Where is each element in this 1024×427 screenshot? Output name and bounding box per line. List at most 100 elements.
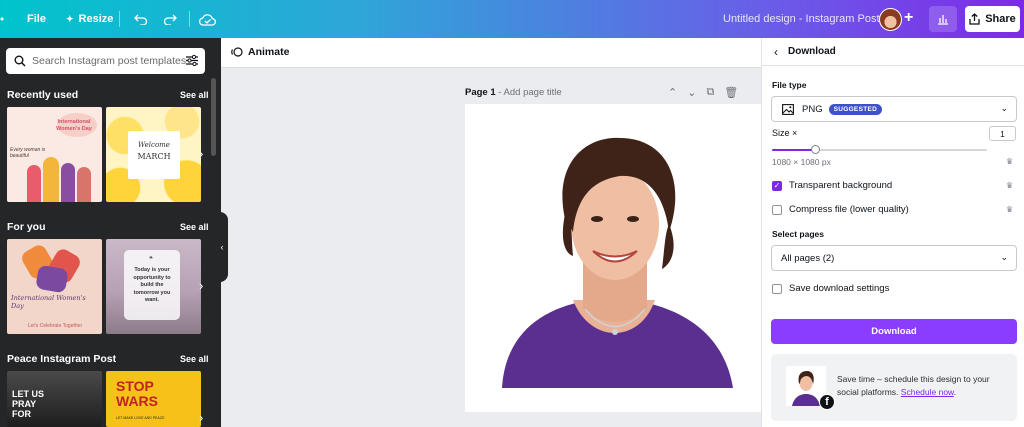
template-thumbnail[interactable]: LET US PRAY FOR	[7, 371, 102, 427]
figure-shape	[77, 167, 91, 202]
search-input[interactable]: Search Instagram post templates	[6, 48, 205, 74]
share-button[interactable]: Share	[965, 6, 1020, 32]
select-pages-label: Select pages	[772, 229, 824, 239]
save-settings-option[interactable]: Save download settings	[772, 283, 889, 294]
template-thumbnail[interactable]: International Women's Day Every woman is…	[7, 107, 102, 202]
see-all-link[interactable]: See all	[180, 222, 209, 232]
dimensions-text: 1080 × 1080 px	[772, 157, 831, 167]
section-title-for-you: For you	[7, 221, 46, 233]
panel-title: Download	[788, 46, 836, 57]
template-thumbnail[interactable]: ❝ Today is your opportunity to build the…	[106, 239, 201, 334]
facebook-icon: f	[819, 394, 835, 410]
hand-shape	[35, 264, 69, 294]
template-quote: Today is your opportunity to build the t…	[133, 267, 171, 303]
see-all-link[interactable]: See all	[180, 354, 209, 364]
figure-shape	[61, 163, 75, 202]
see-all-link[interactable]: See all	[180, 90, 209, 100]
transparent-background-option[interactable]: ✓ Transparent background	[772, 180, 892, 191]
page-actions: ⌃ ⌄ ⧉ 🗑	[668, 86, 738, 99]
file-type-select[interactable]: PNG SUGGESTED ⌄	[771, 96, 1017, 122]
duplicate-page-icon[interactable]: ⧉	[706, 86, 714, 99]
design-title[interactable]: Untitled design - Instagram Post	[723, 0, 880, 38]
file-type-value: PNG	[802, 103, 823, 115]
template-title: Welcome	[138, 141, 170, 149]
portrait-photo[interactable]	[465, 104, 761, 412]
search-icon	[14, 55, 26, 67]
top-bar: File ✦ Resize Untitled design - Instagra…	[0, 0, 1024, 38]
chevron-down-icon: ⌄	[1000, 103, 1008, 113]
animate-button[interactable]: Animate	[231, 46, 289, 58]
transparent-label: Transparent background	[789, 180, 893, 191]
template-title: STOP WARS	[116, 378, 158, 409]
save-settings-label: Save download settings	[789, 283, 890, 294]
chevron-down-icon[interactable]: ⌄	[687, 86, 696, 99]
template-subtitle: LET MAKE LOVE AND PEACE	[116, 416, 165, 420]
page-label: Page 1	[465, 87, 496, 98]
redo-icon[interactable]	[163, 0, 177, 38]
design-page[interactable]	[465, 104, 761, 412]
chevron-right-icon[interactable]: ›	[199, 278, 203, 293]
menu-icon[interactable]	[0, 0, 4, 38]
pages-value: All pages (2)	[781, 252, 835, 264]
section-title-recently-used: Recently used	[7, 89, 79, 101]
editor-toolbar: Animate	[221, 38, 761, 68]
back-arrow-icon[interactable]: ‹	[774, 45, 778, 59]
download-panel: ‹ Download File type PNG SUGGESTED ⌄ Siz…	[761, 38, 1024, 427]
figure-shape	[43, 157, 59, 202]
schedule-now-link[interactable]: Schedule now	[901, 387, 954, 397]
figure-shape	[27, 165, 41, 202]
template-title: LET US PRAY FOR	[12, 389, 45, 419]
collapse-panel-button[interactable]: ‹	[216, 212, 228, 282]
bar-chart-icon	[938, 15, 948, 25]
slider-handle[interactable]	[811, 145, 820, 154]
page-title-input[interactable]: - Add page title	[498, 87, 561, 98]
compress-option[interactable]: Compress file (lower quality)	[772, 204, 909, 215]
slider-fill	[772, 149, 815, 151]
divider	[119, 11, 120, 27]
undo-icon[interactable]	[134, 0, 148, 38]
size-slider[interactable]	[772, 145, 987, 154]
pages-select[interactable]: All pages (2) ⌄	[771, 245, 1017, 271]
size-label: Size ×	[772, 128, 798, 138]
scrollbar[interactable]	[211, 78, 216, 156]
add-collaborator-icon[interactable]: +	[904, 9, 913, 27]
chevron-up-icon[interactable]: ⌃	[668, 86, 677, 99]
checkbox[interactable]	[772, 204, 782, 215]
cloud-sync-icon[interactable]	[199, 0, 216, 38]
filter-icon[interactable]	[185, 54, 199, 70]
panel-header: ‹ Download	[762, 38, 1024, 66]
page-header: Page 1 - Add page title	[465, 87, 562, 98]
checkbox-checked[interactable]: ✓	[772, 180, 782, 191]
resize-icon: ✦	[66, 13, 74, 24]
template-title: International Women's Day	[11, 294, 86, 310]
chevron-down-icon: ⌄	[1000, 252, 1008, 262]
chevron-right-icon[interactable]: ›	[199, 410, 203, 425]
template-subtitle: MARCH	[137, 152, 171, 161]
chevron-right-icon[interactable]: ›	[199, 146, 203, 161]
share-label: Share	[985, 13, 1016, 25]
user-avatar[interactable]	[879, 8, 902, 31]
size-input[interactable]: 1	[989, 126, 1016, 141]
section-title-peace: Peace Instagram Post	[7, 353, 117, 365]
promo-period: .	[953, 387, 957, 397]
download-button[interactable]: Download	[771, 319, 1017, 344]
suggested-badge: SUGGESTED	[828, 103, 883, 115]
resize-button[interactable]: ✦ Resize	[66, 0, 113, 38]
template-thumbnail[interactable]: International Women's Day Let's Celebrat…	[7, 239, 102, 334]
templates-panel: Search Instagram post templates Recently…	[0, 38, 221, 427]
file-type-label: File type	[772, 80, 807, 90]
template-title: International Women's Day	[56, 119, 92, 132]
insights-button[interactable]	[929, 6, 957, 32]
crown-icon: ♛	[1006, 205, 1014, 214]
template-thumbnail[interactable]: STOP WARS LET MAKE LOVE AND PEACE	[106, 371, 201, 427]
file-menu[interactable]: File	[27, 0, 46, 38]
delete-page-icon[interactable]: 🗑	[724, 86, 738, 99]
checkbox[interactable]	[772, 283, 782, 294]
animate-icon	[231, 47, 243, 57]
divider	[189, 11, 190, 27]
compress-label: Compress file (lower quality)	[789, 204, 909, 215]
crown-icon: ♛	[1006, 157, 1014, 166]
template-caption: Let's Celebrate Together	[27, 323, 83, 329]
schedule-promo: f Save time – schedule this design to yo…	[771, 354, 1017, 421]
template-thumbnail[interactable]: Welcome MARCH	[106, 107, 201, 202]
